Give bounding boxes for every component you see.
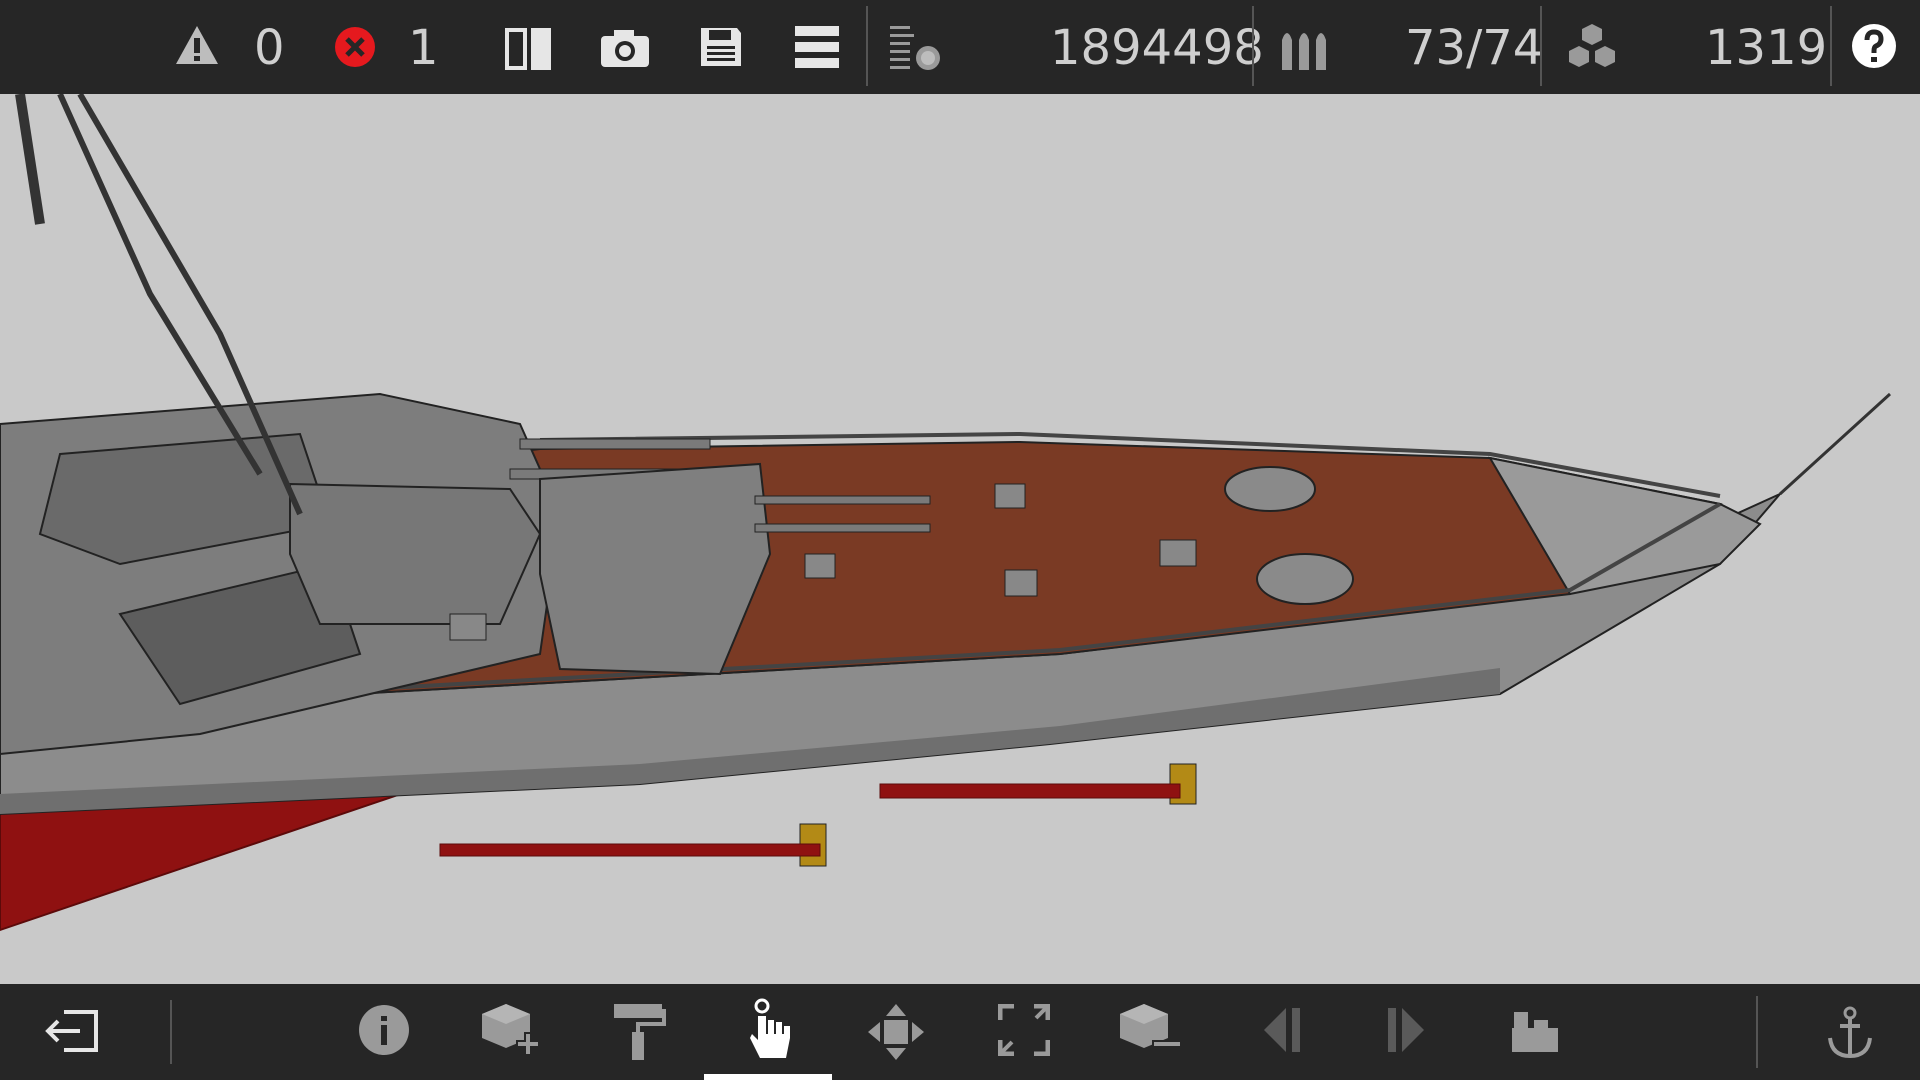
toolbar-divider: [1756, 996, 1758, 1068]
bottom-toolbar: [0, 984, 1920, 1080]
cost-value: 1894498: [1050, 20, 1264, 76]
blocks-icon[interactable]: [1565, 22, 1619, 74]
paint-roller-icon[interactable]: [612, 1002, 666, 1062]
camera-icon[interactable]: [598, 26, 652, 70]
weight-icon[interactable]: [888, 22, 944, 74]
ship-model[interactable]: [0, 92, 1920, 984]
remove-block-icon[interactable]: [1118, 1002, 1184, 1058]
mirror-icon[interactable]: [503, 24, 555, 72]
menu-icon[interactable]: [795, 26, 839, 68]
move-icon[interactable]: [868, 1004, 924, 1060]
ammo-icon[interactable]: [1278, 24, 1332, 72]
anchor-icon[interactable]: [1826, 1006, 1874, 1060]
ammo-value: 73/74: [1405, 20, 1544, 76]
top-toolbar: 0 1 1894498 73/74 1319: [0, 0, 1920, 94]
exit-icon[interactable]: [44, 1006, 100, 1056]
warnings-count: 0: [254, 20, 285, 76]
resize-icon[interactable]: [998, 1004, 1050, 1056]
save-icon[interactable]: [697, 24, 745, 70]
toolbar-divider: [1540, 6, 1542, 86]
active-tool-indicator: [704, 1074, 832, 1080]
toolbar-divider: [1252, 6, 1254, 86]
info-icon[interactable]: [358, 1004, 410, 1056]
help-icon[interactable]: [1850, 22, 1898, 70]
blocks-value: 1319: [1705, 20, 1828, 76]
add-block-icon[interactable]: [480, 1002, 544, 1058]
warning-icon[interactable]: [172, 22, 222, 70]
error-icon[interactable]: [332, 24, 378, 70]
ship-3d-viewport[interactable]: [0, 92, 1920, 984]
next-icon[interactable]: [1386, 1006, 1426, 1054]
toolbar-divider: [170, 1000, 172, 1064]
hand-select-icon[interactable]: [748, 998, 792, 1064]
previous-icon[interactable]: [1262, 1006, 1302, 1054]
camera-view-icon[interactable]: [1510, 1008, 1560, 1054]
toolbar-divider: [866, 6, 868, 86]
errors-count: 1: [408, 20, 439, 76]
toolbar-divider: [1830, 6, 1832, 86]
